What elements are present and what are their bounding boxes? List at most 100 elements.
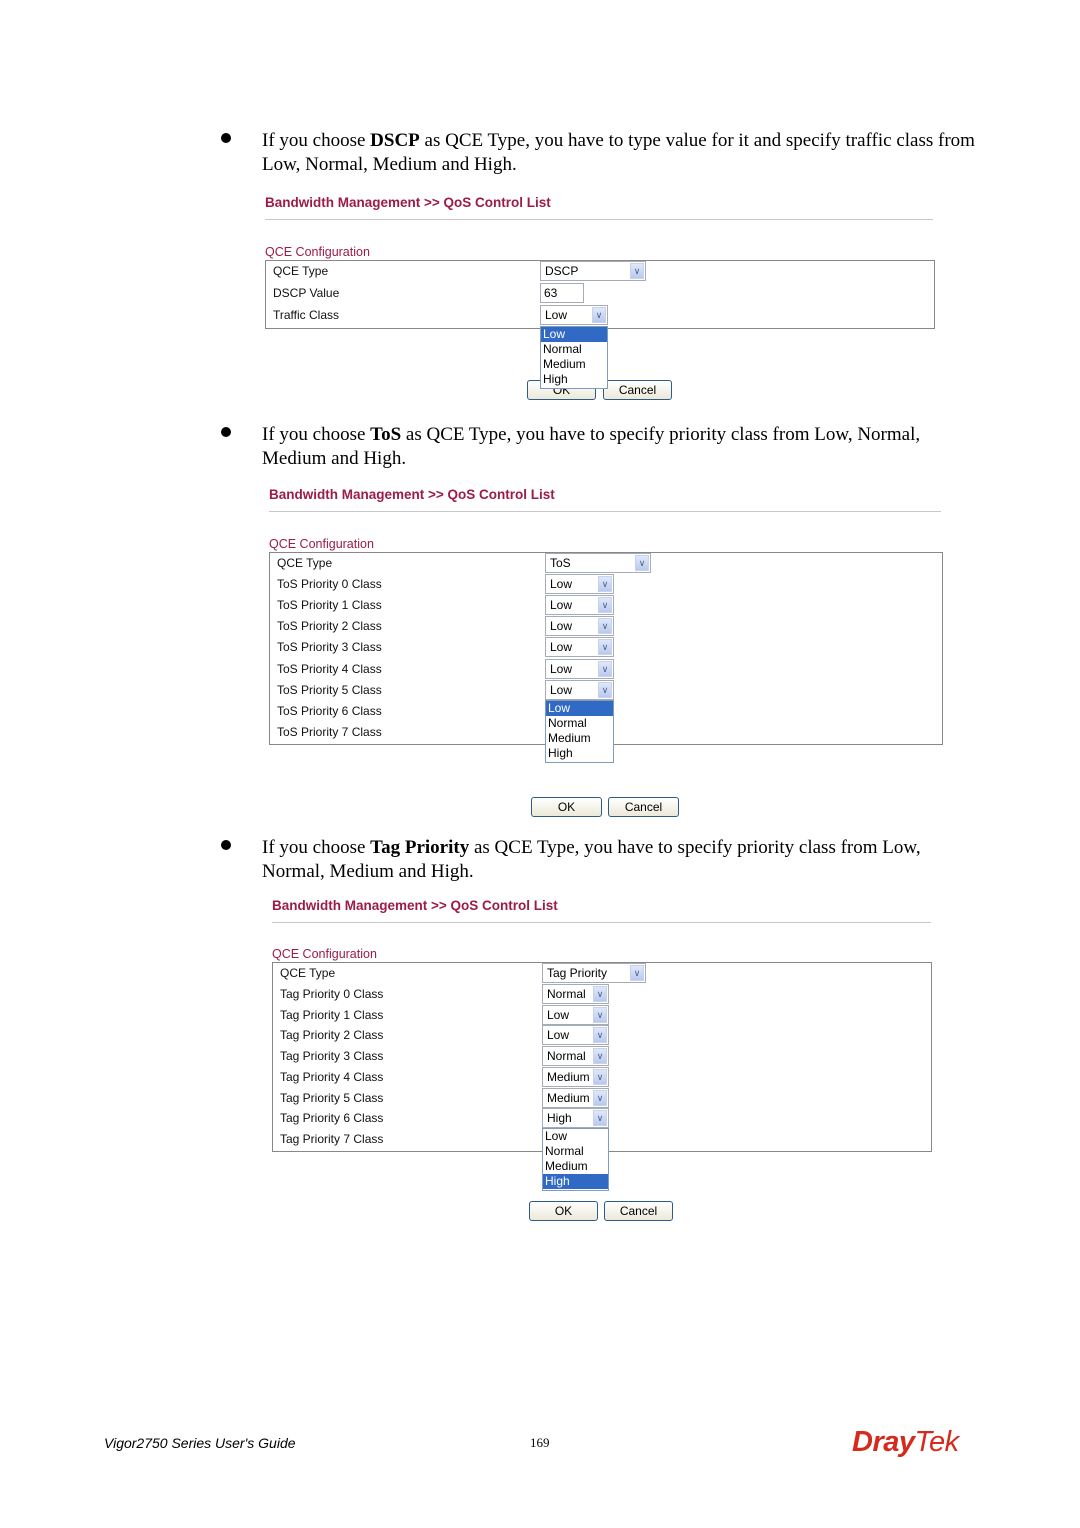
chevron-down-icon[interactable]: ∨	[598, 618, 612, 635]
row-label: ToS Priority 0 Class	[277, 577, 382, 592]
divider	[272, 922, 931, 923]
bullet-icon	[221, 427, 231, 437]
select-value: ToS	[550, 556, 571, 570]
chevron-down-icon[interactable]: ∨	[598, 660, 612, 677]
class-select[interactable]: Medium ∨	[542, 1066, 609, 1087]
class-select[interactable]: Low ∨	[545, 658, 614, 679]
dropdown-option[interactable]: Normal	[543, 1144, 608, 1159]
chevron-down-icon[interactable]: ∨	[593, 1068, 607, 1085]
select-value: Medium	[547, 1090, 590, 1105]
class-select[interactable]: Low ∨	[545, 595, 614, 616]
class-select[interactable]: Low ∨	[545, 637, 614, 658]
page-number: 169	[530, 1435, 550, 1450]
class-select[interactable]: Low ∨	[540, 305, 608, 325]
class-select[interactable]: Low ∨	[542, 1025, 609, 1046]
row-label: ToS Priority 4 Class	[277, 661, 382, 676]
select-value: Low	[550, 619, 573, 634]
dropdown-option[interactable]: Low	[546, 700, 613, 716]
ok-button[interactable]: OK	[529, 1201, 598, 1221]
select-value: Low	[547, 1028, 570, 1043]
chevron-down-icon[interactable]: ∨	[593, 985, 607, 1002]
dscp-value-input[interactable]: 63	[540, 283, 584, 303]
select-value: Normal	[547, 986, 586, 1001]
dropdown-option[interactable]: Medium	[546, 731, 613, 746]
instruction-paragraph: If you choose Tag Priority as QCE Type, …	[262, 836, 982, 883]
qce-type-select[interactable]: Tag Priority ∨	[542, 963, 646, 983]
paragraph-bold-term: ToS	[370, 424, 402, 445]
dropdown-option[interactable]: High	[543, 1174, 608, 1189]
dropdown-option[interactable]: High	[541, 372, 607, 387]
dropdown-list[interactable]: Low Normal Medium High	[542, 1128, 609, 1191]
dropdown-option[interactable]: Medium	[541, 357, 607, 372]
row-label: Tag Priority 1 Class	[280, 1007, 384, 1022]
chevron-down-icon[interactable]: ∨	[630, 263, 644, 279]
paragraph-text: If you choose	[262, 837, 371, 858]
class-select[interactable]: Low ∨	[545, 574, 614, 595]
row-label: Tag Priority 4 Class	[280, 1069, 384, 1084]
row-label: ToS Priority 1 Class	[277, 598, 382, 613]
class-select[interactable]: Normal ∨	[542, 983, 609, 1004]
select-value: Medium	[547, 1069, 590, 1084]
cancel-button[interactable]: Cancel	[603, 380, 672, 400]
qce-type-select[interactable]: ToS ∨	[545, 553, 651, 573]
chevron-down-icon[interactable]: ∨	[630, 965, 644, 981]
class-select[interactable]: Medium ∨	[542, 1087, 609, 1108]
dropdown-option[interactable]: Medium	[543, 1159, 608, 1174]
class-select[interactable]: Low ∨	[545, 679, 614, 700]
ok-button[interactable]: OK	[531, 797, 602, 817]
class-select[interactable]: Low ∨	[542, 1004, 609, 1025]
dropdown-list[interactable]: Low Normal Medium High	[540, 326, 608, 389]
dropdown-option[interactable]: Normal	[546, 716, 613, 731]
breadcrumb: Bandwidth Management >> QoS Control List	[272, 898, 558, 913]
guide-title: Vigor2750 Series User's Guide	[104, 1435, 296, 1451]
breadcrumb: Bandwidth Management >> QoS Control List	[269, 487, 555, 502]
dropdown-option[interactable]: Low	[543, 1129, 608, 1144]
chevron-down-icon[interactable]: ∨	[593, 1048, 607, 1064]
dropdown-option[interactable]: Low	[541, 327, 607, 342]
class-select[interactable]: Low ∨	[545, 616, 614, 637]
instruction-paragraph: If you choose DSCP as QCE Type, you have…	[262, 129, 982, 176]
chevron-down-icon[interactable]: ∨	[593, 1089, 607, 1106]
row-label: Traffic Class	[273, 308, 340, 322]
row-label: ToS Priority 7 Class	[277, 724, 382, 739]
chevron-down-icon[interactable]: ∨	[598, 681, 612, 698]
select-value: Low	[545, 308, 568, 322]
row-label: Tag Priority 3 Class	[280, 1049, 384, 1063]
select-value: Low	[550, 577, 573, 592]
paragraph-text: If you choose	[262, 130, 371, 151]
row-label: QCE Type	[280, 966, 336, 980]
row-label: QCE Type	[273, 264, 329, 278]
row-label: Tag Priority 2 Class	[280, 1028, 384, 1043]
cancel-button[interactable]: Cancel	[608, 797, 679, 817]
chevron-down-icon[interactable]: ∨	[598, 597, 612, 614]
row-label: Tag Priority 0 Class	[280, 986, 384, 1001]
dropdown-option[interactable]: High	[546, 746, 613, 761]
bullet-icon	[221, 840, 231, 850]
chevron-down-icon[interactable]: ∨	[598, 576, 612, 593]
class-select[interactable]: Normal ∨	[542, 1046, 609, 1066]
chevron-down-icon[interactable]: ∨	[598, 639, 612, 656]
paragraph-bold-term: Tag Priority	[370, 837, 470, 858]
select-value: Low	[550, 682, 573, 697]
chevron-down-icon[interactable]: ∨	[593, 1110, 607, 1127]
select-value: Low	[547, 1007, 570, 1022]
class-select[interactable]: High ∨	[542, 1108, 609, 1129]
chevron-down-icon[interactable]: ∨	[635, 555, 649, 571]
dropdown-list[interactable]: Low Normal Medium High	[545, 699, 614, 763]
config-title: QCE Configuration	[272, 947, 377, 961]
breadcrumb: Bandwidth Management >> QoS Control List	[265, 195, 551, 210]
select-value: Normal	[547, 1049, 586, 1063]
draytek-logo: DrayTek	[852, 1426, 959, 1458]
chevron-down-icon[interactable]: ∨	[593, 1006, 607, 1023]
config-title: QCE Configuration	[269, 537, 374, 551]
cancel-button[interactable]: Cancel	[604, 1201, 673, 1221]
divider	[265, 219, 933, 220]
row-label: Tag Priority 7 Class	[280, 1132, 384, 1146]
dropdown-option[interactable]: Normal	[541, 342, 607, 357]
chevron-down-icon[interactable]: ∨	[592, 307, 606, 323]
row-label: ToS Priority 2 Class	[277, 619, 382, 634]
qce-type-select[interactable]: DSCP ∨	[540, 261, 646, 281]
select-value: Low	[550, 640, 573, 655]
row-label: ToS Priority 5 Class	[277, 682, 382, 697]
chevron-down-icon[interactable]: ∨	[593, 1027, 607, 1044]
